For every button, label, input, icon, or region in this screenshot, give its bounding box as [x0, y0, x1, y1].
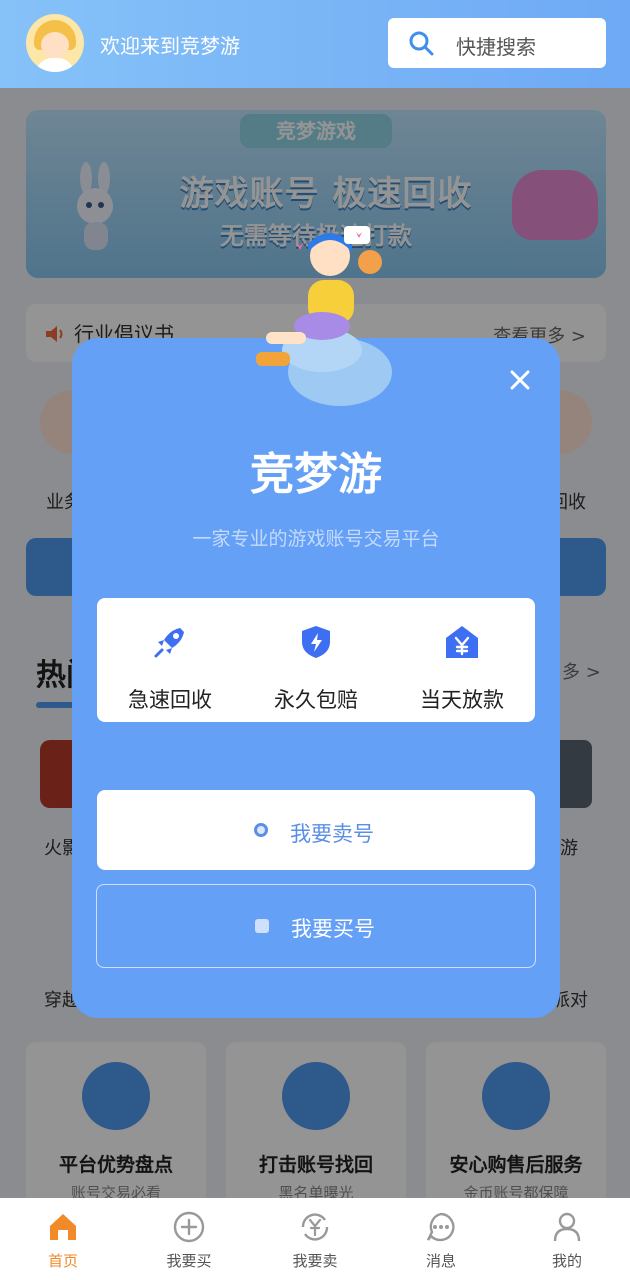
search-icon: [409, 31, 434, 56]
tab-sell[interactable]: 我要卖: [252, 1198, 378, 1280]
feature-label: 急速回收: [128, 688, 212, 712]
sell-button-label: 我要卖号: [290, 822, 374, 846]
feature-label: 当天放款: [420, 688, 504, 712]
user-avatar[interactable]: [26, 14, 84, 72]
feature-label: 永久包赔: [274, 688, 358, 712]
close-icon[interactable]: [506, 366, 534, 394]
avatar-face: [41, 32, 69, 58]
buy-account-button[interactable]: 我要买号: [96, 884, 536, 968]
avatar-body: [36, 58, 74, 72]
buy-button-label: 我要买号: [291, 917, 375, 941]
tab-label: 我要买: [166, 1252, 212, 1270]
plus-circle-icon: [173, 1211, 205, 1243]
chat-icon: [426, 1212, 455, 1242]
welcome-text: 欢迎来到竞梦游: [100, 34, 240, 58]
mascot-girl-illustration: [256, 226, 392, 406]
sell-account-button[interactable]: 我要卖号: [97, 790, 535, 870]
intro-modal: 竞梦游 一家专业的游戏账号交易平台 急速回收 永久包赔 当天放款 我要卖号 我要…: [72, 338, 560, 1018]
tab-buy[interactable]: 我要买: [126, 1198, 252, 1280]
app-header: 欢迎来到竞梦游 快捷搜索: [0, 0, 630, 88]
modal-slogan: 一家专业的游戏账号交易平台: [192, 528, 440, 550]
bottom-tab-bar: 首页 我要买 我要卖 消息 我的: [0, 1198, 630, 1280]
search-placeholder: 快捷搜索: [456, 35, 536, 59]
feature-panel: 急速回收 永久包赔 当天放款: [97, 598, 535, 722]
rocket-icon: [154, 628, 184, 658]
sell-button-icon: [254, 823, 268, 837]
tab-label: 我要卖: [292, 1252, 338, 1270]
feature-same-day-payout: 当天放款: [389, 598, 535, 722]
tab-home[interactable]: 首页: [0, 1198, 126, 1280]
tab-label: 消息: [425, 1252, 456, 1270]
tab-profile[interactable]: 我的: [504, 1198, 630, 1280]
home-icon: [50, 1214, 76, 1240]
feature-permanent-compensation: 永久包赔: [243, 598, 389, 722]
tab-label: 首页: [47, 1252, 78, 1270]
shield-icon: [302, 626, 330, 658]
tab-label: 我的: [551, 1252, 582, 1270]
feature-fast-recycle: 急速回收: [97, 598, 243, 722]
buy-button-icon: [255, 919, 269, 933]
yen-cycle-icon: [301, 1213, 329, 1241]
yen-house-icon: [446, 626, 478, 658]
user-icon: [553, 1212, 581, 1242]
search-box[interactable]: 快捷搜索: [388, 18, 606, 68]
modal-brand-title: 竞梦游: [250, 449, 382, 500]
tab-messages[interactable]: 消息: [378, 1198, 504, 1280]
